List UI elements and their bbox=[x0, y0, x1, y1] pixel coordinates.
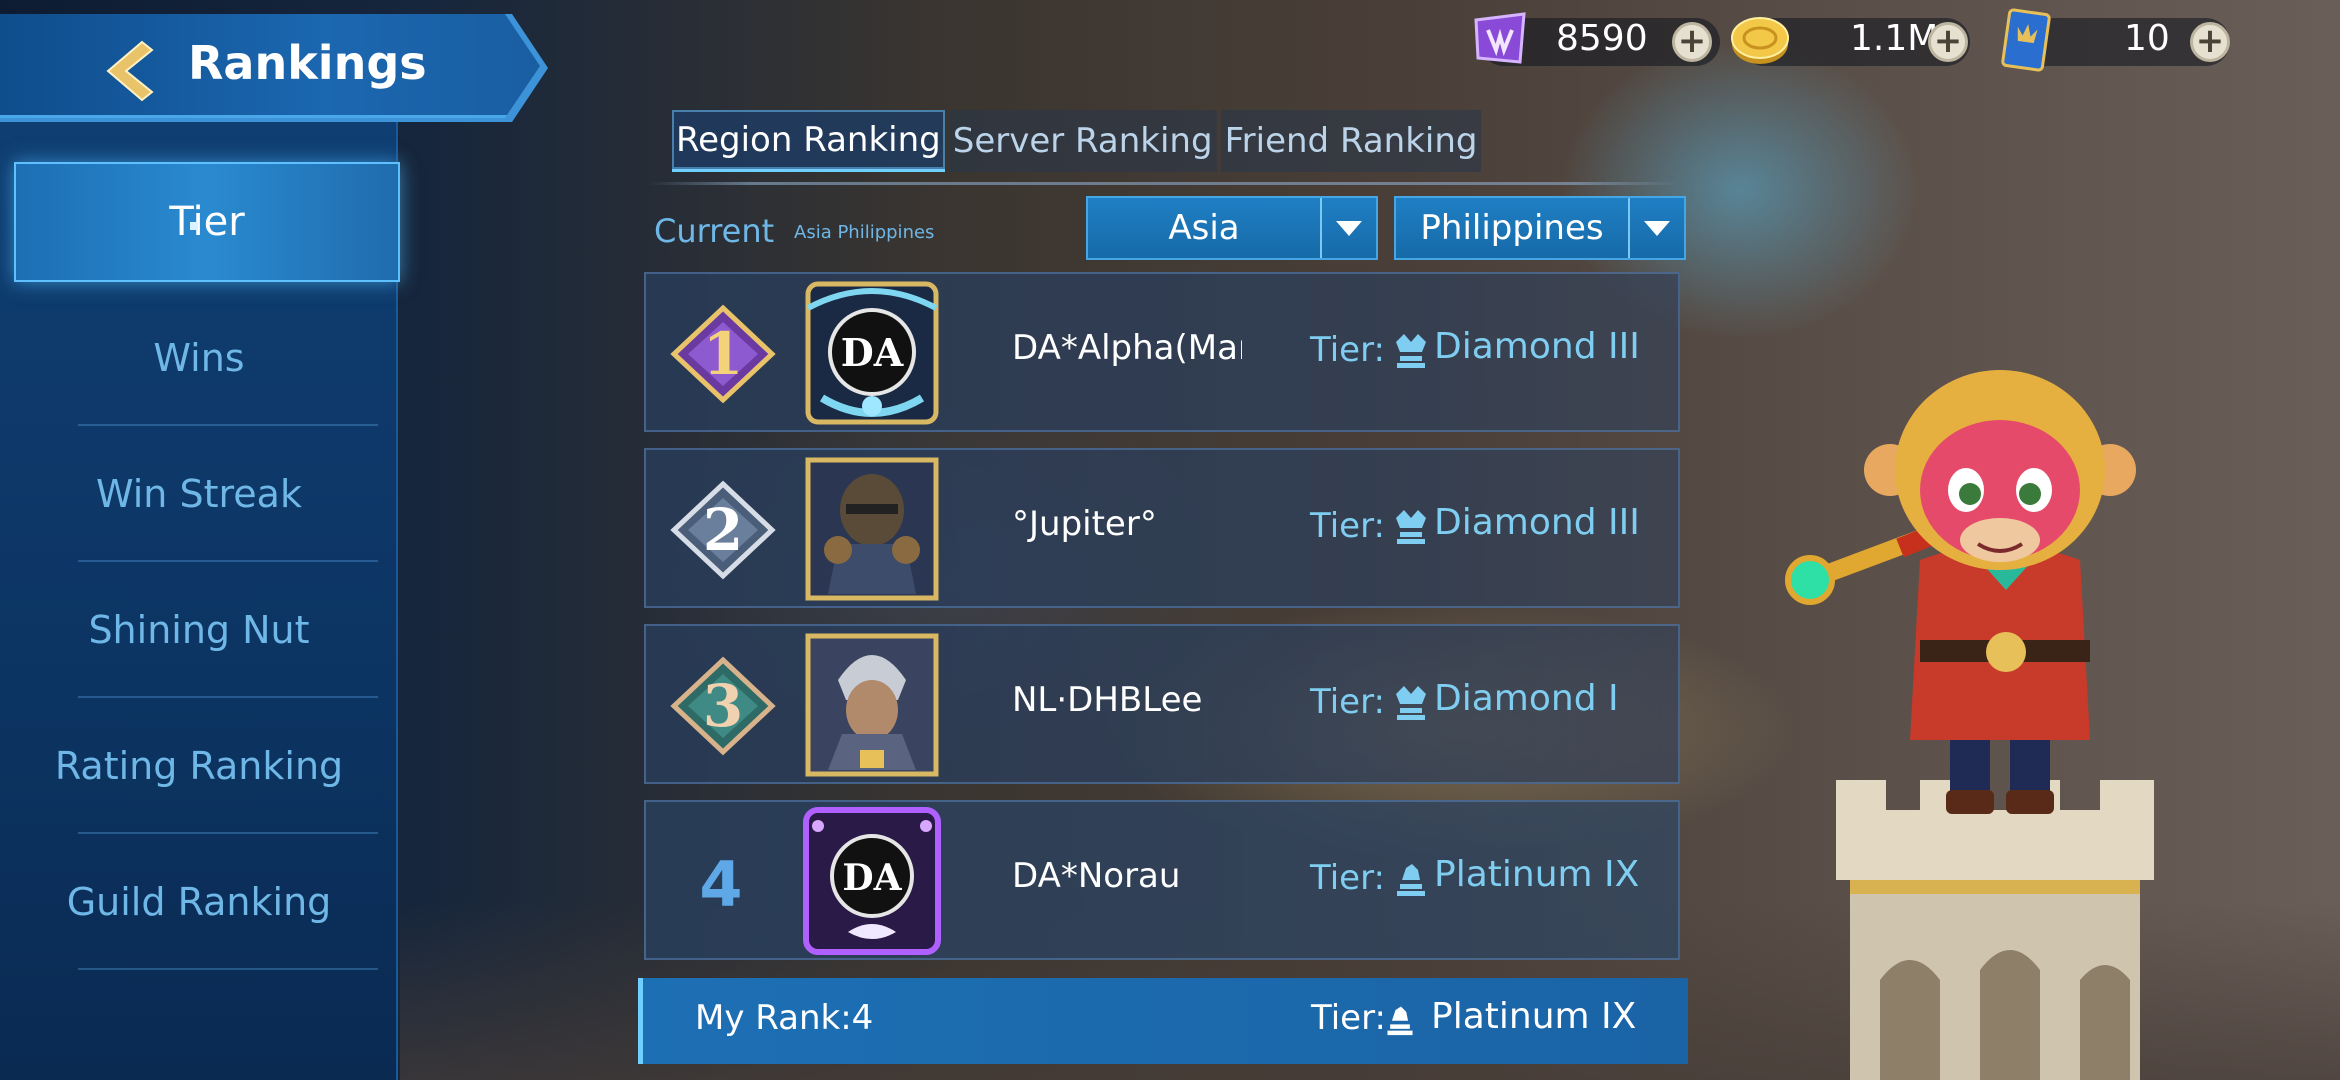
tier-label: Tier: bbox=[1310, 506, 1385, 546]
ranking-row[interactable]: 2 °Jupiter° Tier: Diamond III bbox=[644, 448, 1680, 608]
ranking-row[interactable]: 1 DA DA*Alpha(Mark... Tier: Diamond III bbox=[644, 272, 1680, 432]
platinum-tier-icon bbox=[1387, 1006, 1413, 1036]
country-selected: Philippines bbox=[1420, 208, 1604, 248]
sidebar-item-wins[interactable]: Wins bbox=[0, 290, 398, 426]
diamond-tier-icon bbox=[1396, 510, 1426, 544]
tab-divider bbox=[648, 182, 1680, 185]
player-name: DA*Norau bbox=[1012, 856, 1181, 896]
sidebar-item-win-streak[interactable]: Win Streak bbox=[0, 426, 398, 562]
sidebar-item-label: Shining Nut bbox=[88, 608, 310, 652]
my-rank-label: My Rank:4 bbox=[695, 998, 874, 1038]
player-name: °Jupiter° bbox=[1012, 504, 1157, 544]
chevron-down-icon bbox=[1644, 220, 1670, 236]
sidebar-item-label: Rating Ranking bbox=[54, 744, 344, 788]
ticket-count: 10 bbox=[2124, 18, 2170, 59]
continent-selected: Asia bbox=[1168, 208, 1240, 248]
tier-value: Diamond III bbox=[1434, 502, 1640, 543]
monkey-character-on-tower bbox=[1785, 370, 2154, 1080]
current-region-value: Asia Philippines bbox=[794, 222, 935, 243]
gold-coin-icon bbox=[1731, 17, 1789, 64]
svg-text:DA: DA bbox=[841, 330, 904, 375]
tier-value: Platinum IX bbox=[1434, 854, 1640, 895]
divider bbox=[78, 968, 378, 970]
rank-number: 2 bbox=[703, 496, 743, 564]
tab-friend-ranking[interactable]: Friend Ranking bbox=[1220, 110, 1482, 172]
sidebar-item-label: Guild Ranking bbox=[66, 880, 332, 924]
rank-gold-badge-icon: 1 bbox=[670, 304, 776, 404]
rank-number: 3 bbox=[703, 672, 743, 740]
add-gem-button[interactable]: + bbox=[1672, 22, 1712, 62]
tier-value: Diamond III bbox=[1434, 326, 1640, 367]
continent-dropdown[interactable]: Asia bbox=[1086, 196, 1378, 260]
sidebar-item-label: Wins bbox=[153, 336, 245, 380]
chevron-down-icon bbox=[1336, 220, 1362, 236]
svg-text:DA: DA bbox=[842, 857, 902, 899]
player-avatar[interactable]: DA bbox=[798, 806, 946, 956]
ranking-row[interactable]: 4 DA DA*Norau Tier: Platinum IX bbox=[644, 800, 1680, 960]
ranking-tabs: Region Ranking Server Ranking Friend Ran… bbox=[672, 110, 1482, 174]
current-region-label: Current bbox=[654, 212, 775, 250]
diamond-tier-icon bbox=[1396, 686, 1426, 720]
tier-label: Tier: bbox=[1310, 682, 1385, 722]
sidebar-item-label: Tier bbox=[169, 199, 245, 245]
sidebar: Tier Wins Win Streak Shining Nut Rating … bbox=[0, 120, 400, 1080]
rank-number: 4 bbox=[699, 848, 743, 921]
tab-server-ranking[interactable]: Server Ranking bbox=[948, 110, 1217, 172]
page-title: Rankings bbox=[188, 36, 427, 90]
sidebar-item-shining-nut[interactable]: Shining Nut bbox=[0, 562, 398, 698]
blue-ticket-icon bbox=[2001, 8, 2051, 72]
rank-bronze-badge-icon: 3 bbox=[670, 656, 776, 756]
selection-dot-icon bbox=[190, 222, 198, 230]
tier-label: Tier: bbox=[1310, 330, 1385, 370]
add-ticket-button[interactable]: + bbox=[2190, 22, 2230, 62]
sidebar-item-rating-ranking[interactable]: Rating Ranking bbox=[0, 698, 398, 834]
ranking-row[interactable]: 3 NL·DHBLee Tier: Diamond I bbox=[644, 624, 1680, 784]
add-coin-button[interactable]: + bbox=[1928, 22, 1968, 62]
coin-count: 1.1M bbox=[1850, 18, 1939, 59]
my-rank-tier-label: Tier: bbox=[1311, 998, 1386, 1038]
platinum-tier-icon bbox=[1397, 864, 1425, 896]
player-name: NL·DHBLee bbox=[1012, 680, 1203, 720]
diamond-tier-icon bbox=[1396, 334, 1426, 368]
country-dropdown[interactable]: Philippines bbox=[1394, 196, 1686, 260]
back-arrow-icon[interactable] bbox=[96, 36, 166, 106]
sidebar-item-tier[interactable]: Tier bbox=[14, 162, 400, 282]
player-avatar[interactable] bbox=[798, 454, 946, 604]
player-avatar[interactable] bbox=[798, 630, 946, 780]
purple-gem-icon bbox=[1474, 12, 1526, 64]
rank-number: 1 bbox=[703, 320, 743, 388]
tier-value: Diamond I bbox=[1434, 678, 1619, 719]
my-rank-tier: Platinum IX bbox=[1431, 996, 1637, 1037]
sidebar-item-guild-ranking[interactable]: Guild Ranking bbox=[0, 834, 398, 970]
gem-count: 8590 bbox=[1556, 18, 1648, 59]
tab-region-ranking[interactable]: Region Ranking bbox=[672, 110, 945, 172]
rank-silver-badge-icon: 2 bbox=[670, 480, 776, 580]
tier-label: Tier: bbox=[1310, 858, 1385, 898]
player-name: DA*Alpha(Mark... bbox=[1012, 328, 1242, 368]
my-rank-bar: My Rank:4 Tier: Platinum IX bbox=[638, 978, 1688, 1064]
sidebar-item-label: Win Streak bbox=[96, 472, 302, 516]
player-avatar[interactable]: DA bbox=[798, 278, 946, 428]
